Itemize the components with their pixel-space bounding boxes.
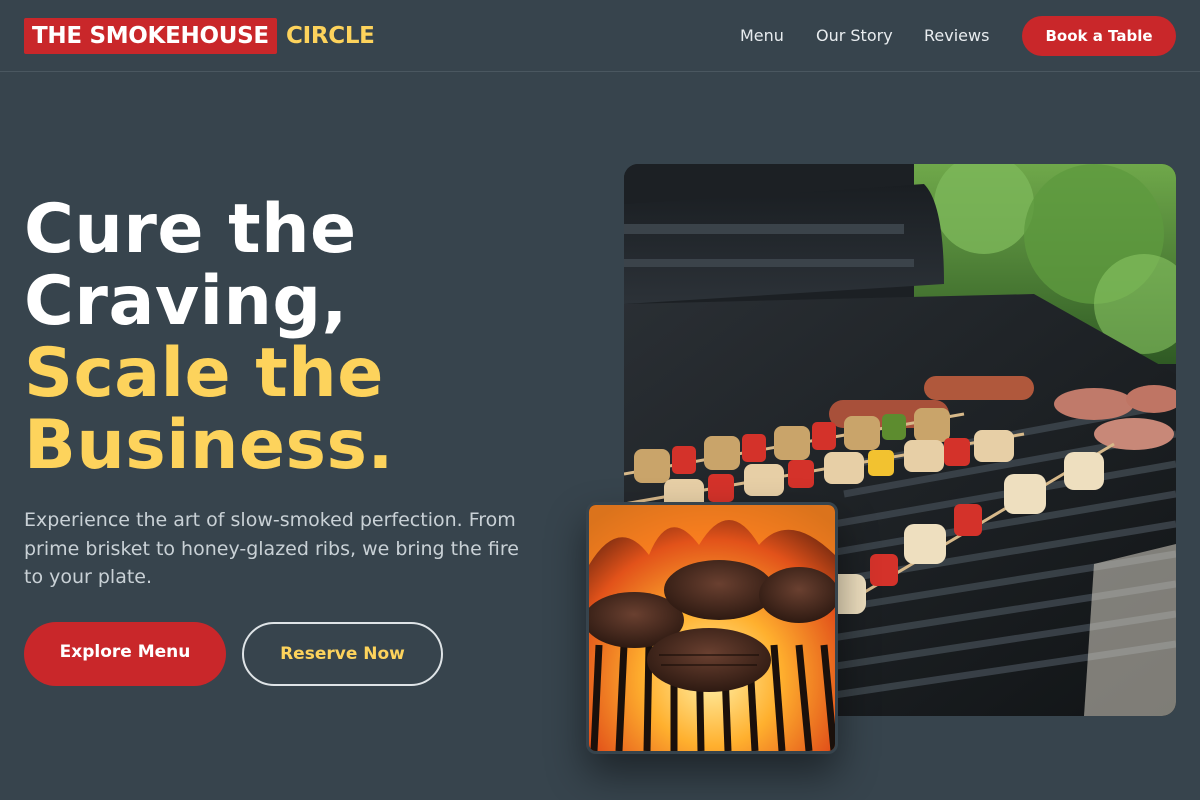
nav-link-our-story[interactable]: Our Story — [816, 24, 893, 48]
brand-logo-primary[interactable]: THE SMOKEHOUSE — [24, 18, 277, 54]
hero-title-highlight: Scale the — [24, 334, 384, 413]
burger-patties-flame-photo — [586, 502, 838, 754]
hero-title-line: Cure the — [24, 190, 357, 269]
site-header: THE SMOKEHOUSE CIRCLE Menu Our Story Rev… — [0, 0, 1200, 72]
book-table-button[interactable]: Book a Table — [1022, 16, 1176, 56]
brand-logo-secondary[interactable]: CIRCLE — [286, 18, 375, 54]
nav-link-menu[interactable]: Menu — [740, 24, 784, 48]
hero-title-highlight: Business. — [24, 406, 394, 485]
reserve-now-button[interactable]: Reserve Now — [242, 622, 443, 686]
nav-link-reviews[interactable]: Reviews — [924, 24, 989, 48]
hero-title-line: Craving, — [24, 262, 348, 341]
explore-menu-button[interactable]: Explore Menu — [24, 622, 226, 686]
hero-description: Experience the art of slow-smoked perfec… — [24, 509, 519, 588]
